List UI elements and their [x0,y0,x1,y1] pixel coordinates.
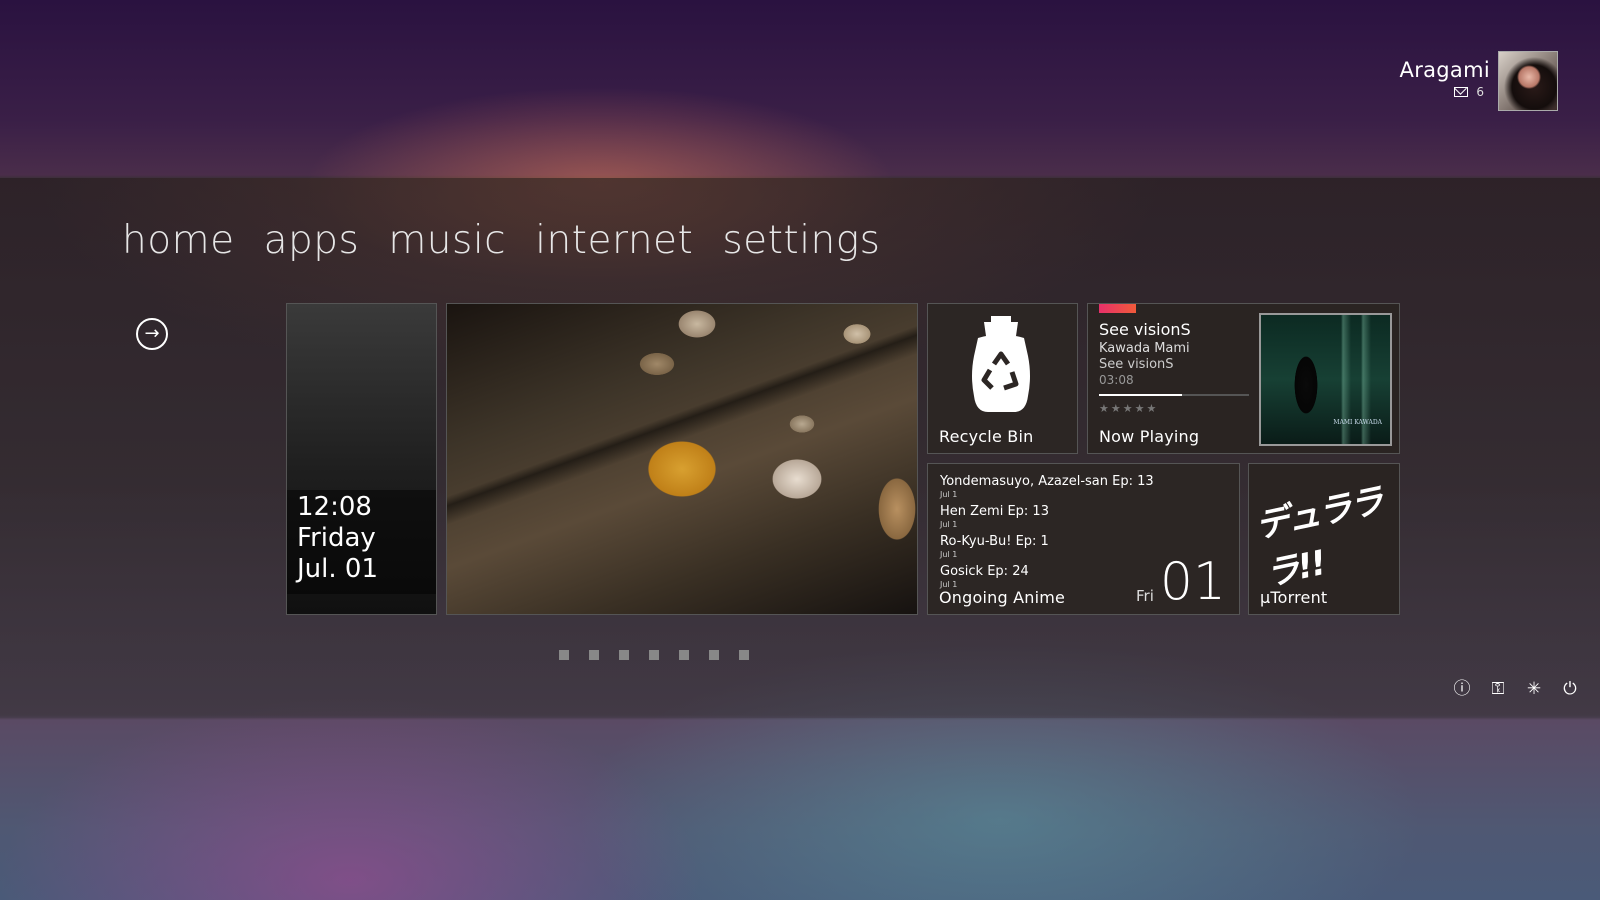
utorrent-tile[interactable]: デュラララ!! µTorrent [1248,463,1400,615]
system-icons: ⓘ ⚿ ✳ ⏻ [1452,679,1580,699]
anime-list: Yondemasuyo, Azazel-san Ep: 13 Jul 1 Hen Z… [940,474,1154,594]
anime-list-item[interactable]: Yondemasuyo, Azazel-san Ep: 13 Jul 1 [940,474,1154,504]
ongoing-anime-tile[interactable]: Yondemasuyo, Azazel-san Ep: 13 Jul 1 Hen Z… [927,463,1240,615]
now-playing-label: Now Playing [1099,427,1200,446]
song-progress-bar[interactable] [1099,394,1249,396]
now-playing-tile[interactable]: See visionS Kawada Mami See visionS 03:0… [1087,303,1400,454]
nav-item-internet[interactable]: internet [535,218,693,263]
utorrent-label: µTorrent [1260,588,1328,607]
main-nav: home apps music internet settings [122,218,881,263]
page-dot[interactable] [739,650,749,660]
nav-item-settings[interactable]: settings [722,218,880,263]
nav-item-home[interactable]: home [122,218,235,263]
song-duration: 03:08 [1099,373,1134,387]
torrent-art-text: デュラララ!! [1252,480,1386,595]
anime-date: Jul 1 [940,550,958,559]
anime-title: Yondemasuyo, Azazel-san Ep: 13 [940,474,1154,489]
info-icon[interactable]: ⓘ [1452,679,1472,699]
anime-title: Gosick Ep: 24 [940,564,1029,579]
loading-icon[interactable]: ✳ [1524,679,1544,699]
day-number: 01 [1159,552,1226,612]
anime-title: Ro-Kyu-Bu! Ep: 1 [940,534,1049,549]
recycle-bin-label: Recycle Bin [939,427,1034,446]
nav-item-apps[interactable]: apps [264,218,360,263]
page-dot[interactable] [619,650,629,660]
album-art: MAMI KAWADA [1259,313,1392,446]
page-dot[interactable] [679,650,689,660]
power-icon[interactable]: ⏻ [1560,679,1580,699]
photo-tile[interactable] [446,303,918,615]
key-icon[interactable]: ⚿ [1488,679,1508,699]
clock-tile[interactable]: 12:08 Friday Jul. 01 [286,303,437,615]
song-progress-fill [1099,394,1182,396]
page-dot[interactable] [559,650,569,660]
anime-list-item[interactable]: Ro-Kyu-Bu! Ep: 1 Jul 1 [940,534,1154,564]
page-indicator [559,650,749,660]
song-artist: Kawada Mami [1099,341,1190,356]
song-title: See visionS [1099,320,1191,339]
anime-date: Jul 1 [940,490,958,499]
accent-bar [1099,304,1136,313]
nav-item-music[interactable]: music [388,218,506,263]
page-dot[interactable] [709,650,719,660]
clock-text: 12:08 Friday Jul. 01 [297,492,378,585]
clock-day: Friday [297,523,376,553]
song-album: See visionS [1099,357,1174,372]
mail-count: 6 [1476,85,1484,99]
clock-date: Jul. 01 [297,554,378,584]
recycle-bin-icon [972,316,1030,412]
anime-date: Jul 1 [940,520,958,529]
rating-stars[interactable]: ★★★★★ [1099,402,1158,415]
anime-list-item[interactable]: Hen Zemi Ep: 13 Jul 1 [940,504,1154,534]
avatar[interactable] [1498,51,1558,111]
page-dot[interactable] [589,650,599,660]
day-name: Fri [1136,587,1154,605]
user-name[interactable]: Aragami [1400,58,1490,82]
album-caption: MAMI KAWADA [1333,419,1382,426]
mail-indicator[interactable]: 6 [1454,85,1484,99]
mail-icon [1454,87,1469,97]
clock-time: 12:08 [297,492,372,522]
page-dot[interactable] [649,650,659,660]
recycle-bin-tile[interactable]: Recycle Bin [927,303,1078,454]
anime-title: Hen Zemi Ep: 13 [940,504,1049,519]
ongoing-anime-label: Ongoing Anime [939,588,1066,607]
arrow-right-icon[interactable]: → [136,318,168,350]
